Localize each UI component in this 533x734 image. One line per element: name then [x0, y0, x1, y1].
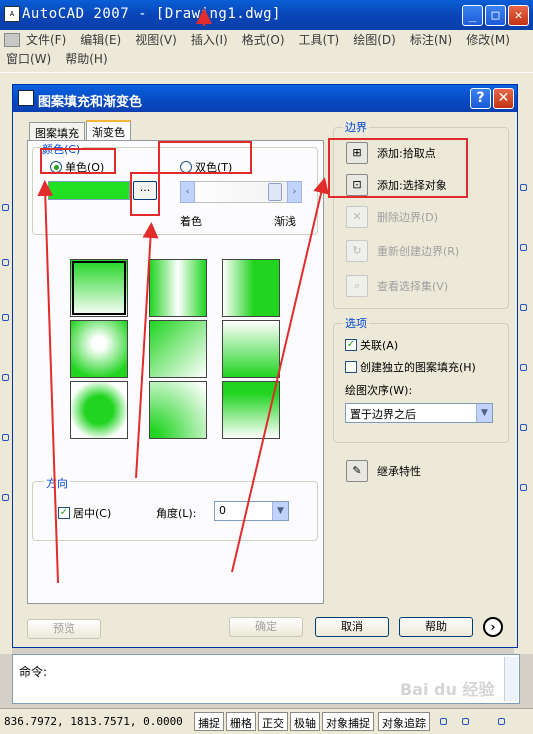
- arrow-to-browse: [135, 222, 159, 479]
- lock-icon[interactable]: [440, 718, 447, 725]
- clean-screen-icon[interactable]: [498, 718, 505, 725]
- snap-toggle[interactable]: 捕捉: [194, 712, 224, 731]
- tray-settings-icon[interactable]: [462, 718, 469, 725]
- polar-toggle[interactable]: 极轴: [290, 712, 320, 731]
- annotation-arrows: [37, 8, 329, 584]
- command-prompt: 命令:: [19, 665, 48, 679]
- grid-toggle[interactable]: 栅格: [226, 712, 256, 731]
- watermark-logo: Bai du 经验: [400, 680, 495, 699]
- otrack-toggle[interactable]: 对象追踪: [378, 712, 430, 731]
- osnap-toggle[interactable]: 对象捕捉: [322, 712, 374, 731]
- arrow-to-single-color: [37, 180, 59, 584]
- cursor-coordinates: 836.7972, 1813.7571, 0.0000: [4, 715, 183, 728]
- status-bar: 836.7972, 1813.7571, 0.0000 捕捉 栅格 正交 极轴 …: [0, 708, 533, 734]
- ortho-toggle[interactable]: 正交: [258, 712, 288, 731]
- arrow-to-boundary: [231, 177, 329, 573]
